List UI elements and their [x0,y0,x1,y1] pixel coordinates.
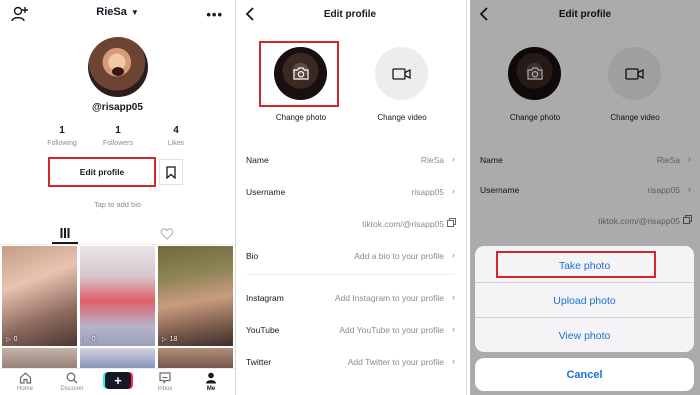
home-icon [19,372,31,384]
profile-avatar[interactable] [88,37,148,97]
caret-down-icon: ▼ [130,8,139,17]
change-video-label: Change video [377,113,427,122]
stat-value: 1 [115,125,121,136]
field-value: RieSa [420,155,444,165]
profile-username: RieSa [96,6,127,18]
field-label: Instagram [246,293,284,303]
nav-label: Discover [60,386,84,392]
more-options-icon[interactable]: ••• [206,7,223,22]
account-switcher[interactable]: RieSa ▼ [0,6,235,18]
photo-action-sheet: Take photo Upload photo View photo [475,246,694,352]
copy-icon[interactable] [447,218,456,227]
field-value: risapp05 [411,187,444,197]
page-title: Edit profile [323,9,377,20]
profile-link-row[interactable]: tiktok.com/@risapp05 [236,214,464,234]
field-instagram[interactable]: Instagram Add Instagram to your profile … [236,288,464,308]
view-count: ▷ 0 [84,336,96,343]
create-video-button[interactable]: + [105,372,131,389]
person-icon [206,372,216,384]
field-label: Username [246,187,286,197]
field-name[interactable]: Name RieSa › [236,150,464,170]
field-twitter[interactable]: Twitter Add Twitter to your profile › [236,352,464,372]
bookmark-button[interactable] [159,159,183,185]
chevron-right-icon: › [452,186,455,196]
video-thumbnail[interactable]: ▷ 0 [2,246,77,346]
field-bio[interactable]: Bio Add a bio to your profile › [236,246,464,266]
stat-following[interactable]: 1 Following [34,125,90,147]
stat-value: 1 [59,125,65,136]
field-label: Bio [246,251,259,261]
play-icon: ▷ [6,337,11,343]
stat-followers[interactable]: 1 Followers [90,125,146,147]
profile-screen: RieSa ▼ ••• @risapp05 1 Following 1 Follo… [0,0,235,395]
profile-link: tiktok.com/@risapp05 [362,219,444,229]
cancel-button[interactable]: Cancel [475,358,694,391]
video-thumbnail[interactable]: ▷ 0 [80,246,155,346]
stat-likes: 4 Likes [148,125,204,147]
view-photo-option[interactable]: View photo [475,318,694,352]
field-label: Name [246,155,269,165]
liked-videos-icon[interactable] [160,228,174,240]
view-count: ▷ 0 [6,336,18,343]
field-username[interactable]: Username risapp05 › [236,182,464,202]
chevron-right-icon: › [452,356,455,366]
view-count: ▷ 18 [162,336,178,343]
video-grid: ▷ 0 ▷ 0 ▷ 18 [2,246,235,371]
nav-label: Me [206,386,216,392]
nav-home[interactable]: Home [5,371,45,392]
change-video-button[interactable] [375,47,428,100]
bottom-navigation: Home Discover + Inbox Me [0,368,235,395]
stat-label: Followers [103,140,133,147]
field-value: Add YouTube to your profile [339,325,444,335]
nav-label: Home [16,386,33,392]
stat-value: 4 [173,125,179,136]
profile-stats: 1 Following 1 Followers 4 Likes [32,125,202,151]
tab-videos[interactable] [52,225,78,244]
photo-options-screen: Edit profile Change photo Change video N… [470,0,700,395]
nav-inbox[interactable]: Inbox [145,371,185,392]
section-divider [246,274,454,275]
edit-profile-button[interactable]: Edit profile [48,157,156,187]
upload-photo-option[interactable]: Upload photo [475,283,694,318]
edit-profile-header: Edit profile [236,0,464,30]
stat-label: Likes [167,140,185,147]
panel-divider [466,0,467,395]
chevron-right-icon: › [452,154,455,164]
chevron-right-icon: › [452,292,455,302]
change-photo-button[interactable] [274,47,327,100]
nav-me[interactable]: Me [191,371,231,392]
video-camera-icon [392,67,411,80]
field-value: Add Instagram to your profile [334,293,444,303]
chevron-right-icon: › [452,250,455,260]
profile-handle: @risapp05 [92,102,143,113]
chevron-right-icon: › [452,324,455,334]
bookmark-icon [166,165,176,179]
change-photo-label: Change photo [275,113,327,122]
plus-icon: + [114,373,122,388]
profile-tabs [0,225,235,245]
field-value: Add a bio to your profile [354,251,444,261]
profile-top-bar: RieSa ▼ ••• [0,0,235,28]
highlight-frame [496,251,656,278]
grid-icon [60,228,70,238]
nav-discover[interactable]: Discover [52,371,92,392]
inbox-icon [159,372,171,384]
field-label: Twitter [246,357,272,367]
stat-label: Following [47,140,77,147]
camera-icon [292,67,309,80]
play-icon: ▷ [84,337,89,343]
video-thumbnail[interactable]: ▷ 18 [158,246,233,346]
add-bio-hint[interactable]: Tap to add bio [0,200,235,209]
edit-profile-screen: Edit profile Change photo Change video N… [236,0,464,395]
field-label: YouTube [246,325,280,335]
nav-label: Inbox [157,386,173,392]
field-youtube[interactable]: YouTube Add YouTube to your profile › [236,320,464,340]
search-icon [66,372,78,384]
play-icon: ▷ [162,337,167,343]
field-value: Add Twitter to your profile [347,357,444,367]
